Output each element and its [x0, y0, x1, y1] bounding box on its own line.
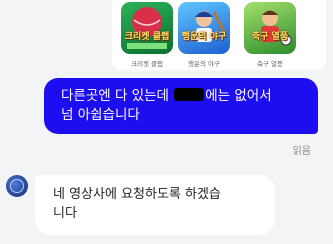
- message-line: 다른곳엔 다 있는데 에는 없어서: [61, 87, 272, 106]
- game-caption: 축구 열풍: [257, 60, 283, 68]
- game-card-baseball[interactable]: 행운의 야구: [178, 2, 230, 54]
- game-card-cricket[interactable]: 크리켓 클랩: [121, 2, 173, 54]
- agent-avatar: [6, 175, 28, 197]
- incoming-message-bubble: 네 영상사에 요청하도록 하겠습 니다: [35, 175, 275, 235]
- soccer-player-icon: [261, 10, 292, 46]
- baseball-player-icon: [195, 11, 226, 42]
- game-logo-text: 크리켓 클랩: [124, 32, 170, 42]
- message-line: 네 영상사에 요청하도록 하겠습: [53, 187, 221, 202]
- avatar-logo-icon: [10, 179, 24, 193]
- read-status: 읽음: [292, 146, 311, 157]
- message-text: 에는 없어서: [205, 88, 272, 104]
- redacted-text: [174, 88, 205, 101]
- cricket-ball-icon: [127, 7, 167, 49]
- game-caption: 행운의 야구: [188, 60, 220, 68]
- game-card-soccer[interactable]: 축구 열풍: [244, 2, 296, 54]
- game-recommendation-strip: 크리켓 클랩 크리켓 클랩 행운의 야구 행운의 야구 축구 열풍 축구 열풍: [112, 0, 326, 70]
- game-logo-text: 행운의 야구: [181, 32, 227, 42]
- game-logo-text: 축구 열풍: [251, 32, 289, 42]
- message-line: 넘 아쉽습니다: [61, 107, 140, 123]
- message-text: 다른곳엔 다 있는데: [61, 88, 174, 104]
- game-caption: 크리켓 클랩: [131, 60, 163, 68]
- message-line: 니다: [53, 206, 77, 221]
- outgoing-message-bubble: 다른곳엔 다 있는데 에는 없어서 넘 아쉽습니다: [44, 78, 318, 134]
